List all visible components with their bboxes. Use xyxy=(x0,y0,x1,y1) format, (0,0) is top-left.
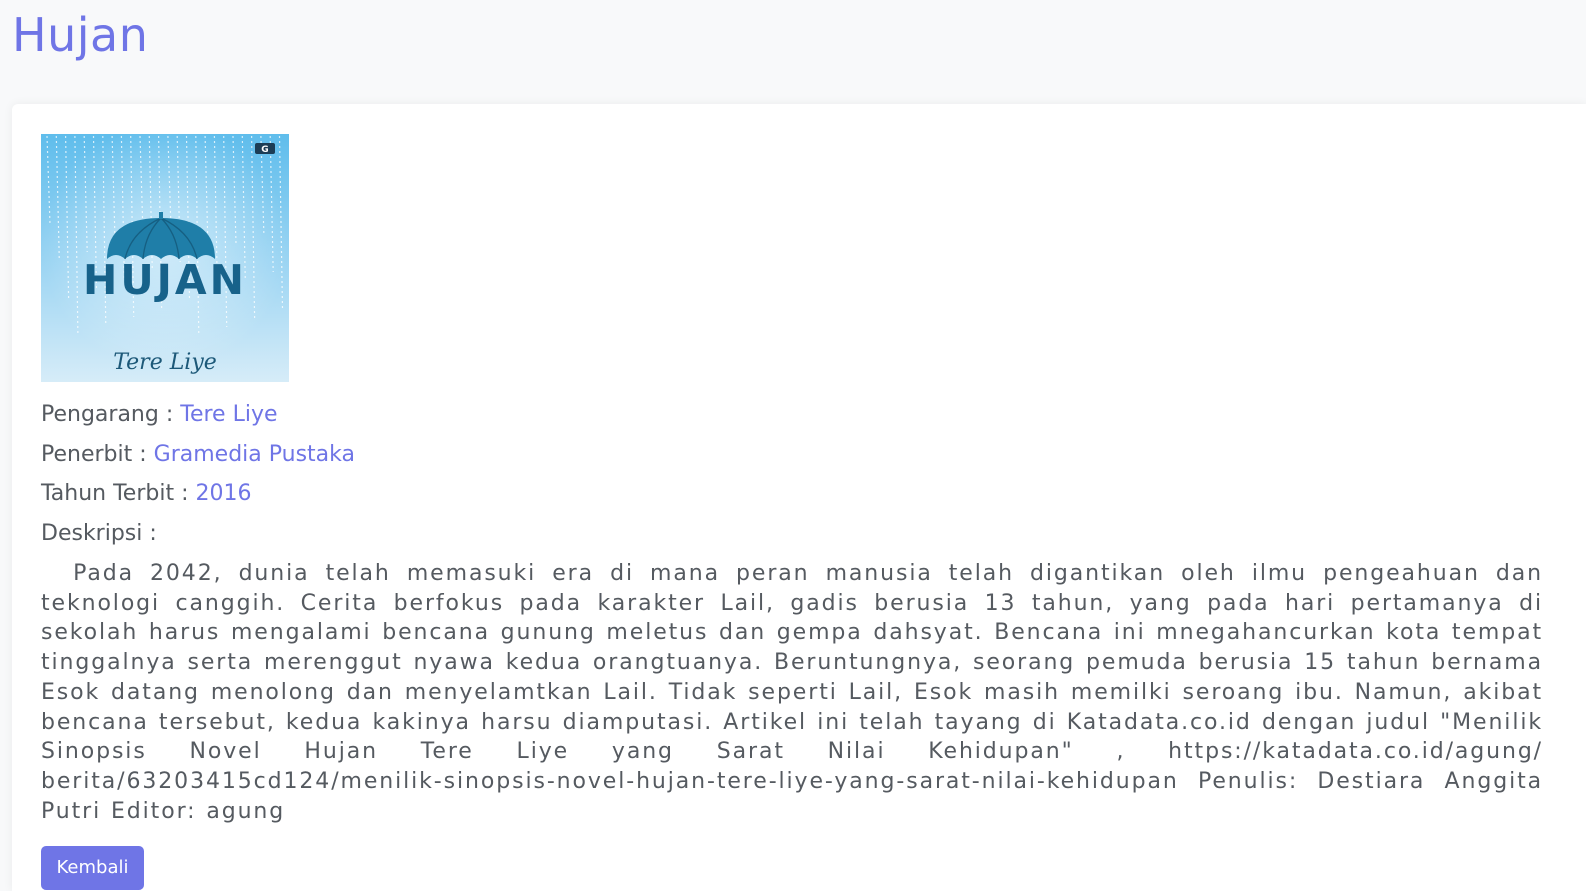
svg-text:HUJAN: HUJAN xyxy=(83,256,247,304)
publisher-logo-icon: G xyxy=(255,143,275,155)
book-cover-image: G HUJAN Tere Liye xyxy=(41,134,289,382)
publisher-row: Penerbit : Gramedia Pustaka xyxy=(41,441,355,469)
publisher-value: Gramedia Pustaka xyxy=(153,442,355,467)
year-label: Tahun Terbit : xyxy=(41,481,196,506)
svg-text:Tere Liye: Tere Liye xyxy=(113,350,217,375)
author-row: Pengarang : Tere Liye xyxy=(41,401,278,429)
description-body: Pada 2042, dunia telah memasuki era di m… xyxy=(41,561,1543,824)
book-detail-card: G HUJAN Tere Liye Pengarang : Tere Liye … xyxy=(12,104,1586,891)
author-value: Tere Liye xyxy=(180,402,278,427)
svg-text:G: G xyxy=(261,145,268,155)
year-row: Tahun Terbit : 2016 xyxy=(41,480,251,508)
back-button[interactable]: Kembali xyxy=(41,846,144,890)
publisher-label: Penerbit : xyxy=(41,442,154,467)
author-label: Pengarang : xyxy=(41,402,181,427)
description-label: Deskripsi : xyxy=(41,521,157,546)
page-title: Hujan xyxy=(12,8,149,62)
year-value: 2016 xyxy=(195,481,252,506)
description-text: Pada 2042, dunia telah memasuki era di m… xyxy=(41,559,1543,826)
